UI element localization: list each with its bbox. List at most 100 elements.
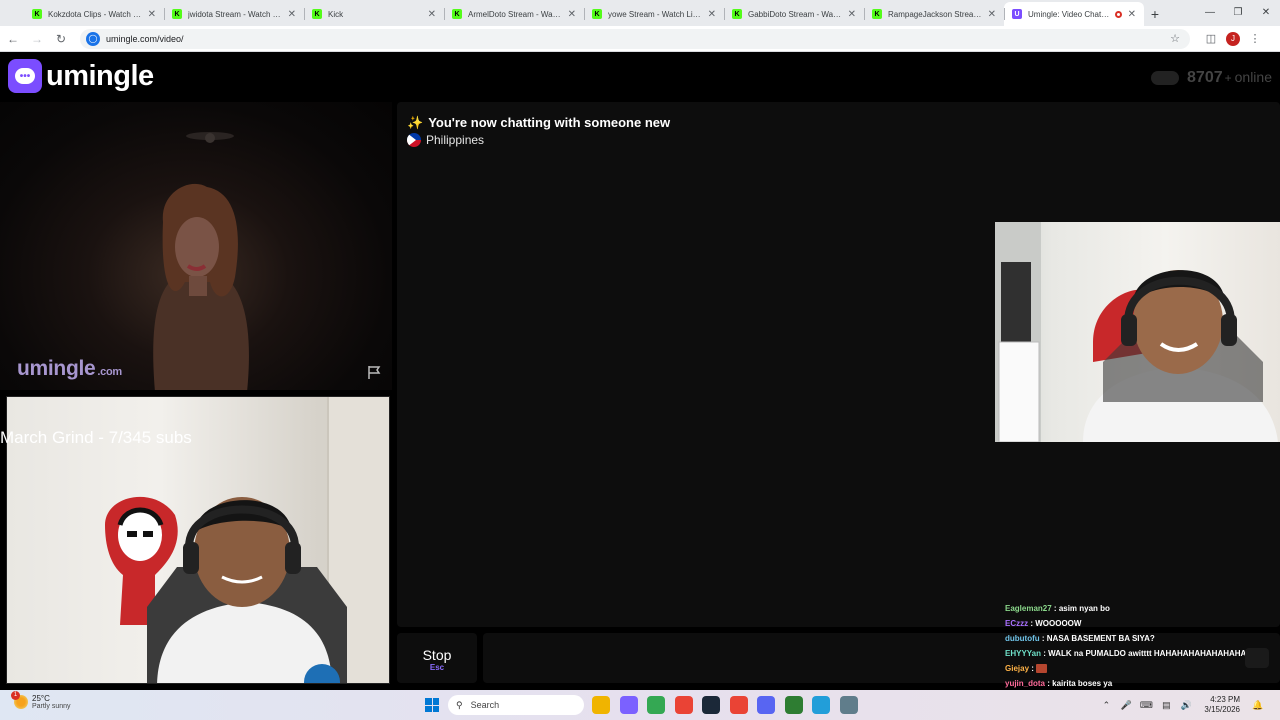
app-icon[interactable]: [784, 696, 803, 714]
back-icon[interactable]: ←: [2, 32, 24, 46]
chat-separator: :: [1029, 664, 1037, 673]
streamer-cam-person: [1083, 270, 1278, 442]
chat-message: yujin_dota : kairita boses ya: [1005, 676, 1280, 691]
recording-icon: [1114, 10, 1122, 18]
kick-favicon-icon: K: [32, 9, 42, 19]
tab-title: jwidota Stream - Watch Live: [188, 9, 282, 19]
browser-tab[interactable]: K ArmelDoto Stream - Watch L ✕: [444, 2, 584, 26]
chat-username: Giejay: [1005, 664, 1030, 673]
chat-text: asim nyan bo: [1058, 604, 1110, 613]
brand-name: umingle: [46, 59, 154, 92]
chrome-icon[interactable]: [729, 696, 748, 714]
notification-bell-icon[interactable]: 🔔: [1248, 700, 1268, 711]
philippines-flag-icon: [407, 133, 421, 147]
browser-toolbar: ← → ↻ ◯ umingle.com/video/ ☆ ◫ J ⋮: [0, 26, 1280, 52]
tab-title: Kick: [328, 9, 344, 19]
microphone-icon[interactable]: 🎤: [1116, 700, 1136, 711]
chat-message: Giejay :: [1005, 661, 1280, 676]
chat-message: Eagleman27 : asim nyan bo: [1005, 601, 1280, 616]
umingle-watermark: umingle .com: [17, 357, 122, 380]
online-toggle[interactable]: [1151, 71, 1180, 85]
menu-kebab-icon[interactable]: ⋮: [1244, 32, 1266, 45]
clock-time: 4:23 PM: [1210, 695, 1240, 704]
chrome-icon[interactable]: [674, 696, 693, 714]
close-tab-icon[interactable]: ✕: [568, 9, 576, 20]
telegram-icon[interactable]: [812, 696, 830, 714]
volume-icon[interactable]: 🔊: [1176, 700, 1196, 711]
new-tab-button[interactable]: +: [1144, 2, 1166, 26]
minimize-icon[interactable]: —: [1196, 7, 1224, 18]
steam-icon[interactable]: [702, 696, 720, 714]
close-tab-icon[interactable]: ✕: [708, 9, 716, 20]
chat-separator: :: [1039, 634, 1047, 643]
close-tab-icon[interactable]: ✕: [288, 9, 296, 20]
copilot-icon[interactable]: [619, 696, 638, 714]
window-controls: — ❐ ✕: [1196, 0, 1280, 24]
chat-text: NASA BASEMENT BA SIYA?: [1046, 634, 1155, 643]
kick-favicon-icon: K: [452, 9, 462, 19]
taskbar-search[interactable]: ⚲ Search: [448, 695, 584, 715]
forward-icon[interactable]: →: [26, 32, 48, 46]
umingle-favicon-icon: U: [1012, 9, 1022, 19]
tool-icon[interactable]: [839, 696, 858, 714]
sun-icon: 1: [11, 691, 28, 709]
kick-favicon-icon: K: [732, 9, 742, 19]
tab-title: ArmelDoto Stream - Watch L: [468, 9, 562, 19]
online-label: online: [1234, 69, 1272, 85]
close-tab-icon[interactable]: ✕: [988, 9, 996, 20]
streamer-person: [147, 497, 347, 683]
windows-taskbar: 1 25°C Partly sunny ⚲ Search ⌃ 🎤 ⌨ ▤ 🔊 4…: [0, 690, 1280, 720]
browser-tab[interactable]: K Kick ✕: [304, 2, 444, 26]
browser-tab[interactable]: K Kokzdota Clips - Watch Live ✕: [24, 2, 164, 26]
address-bar[interactable]: ◯ umingle.com/video/ ☆: [80, 28, 1190, 49]
network-icon[interactable]: ▤: [1156, 700, 1176, 711]
search-icon: ⚲: [456, 699, 463, 710]
close-tab-icon[interactable]: ✕: [428, 9, 436, 20]
close-tab-icon[interactable]: ✕: [148, 9, 156, 20]
maximize-icon[interactable]: ❐: [1224, 7, 1252, 18]
emote-icon: [1036, 664, 1048, 674]
report-flag-icon[interactable]: [366, 364, 382, 380]
reload-icon[interactable]: ↻: [50, 32, 72, 46]
keyboard-icon[interactable]: ⌨: [1136, 700, 1156, 711]
tab-title: RampageJackson Stream - W: [888, 9, 982, 19]
discord-icon[interactable]: [757, 696, 775, 714]
kick-favicon-icon: K: [312, 9, 322, 19]
notification-badge: 1: [11, 691, 20, 700]
chevron-up-icon[interactable]: ⌃: [1096, 700, 1116, 711]
windows-start-icon[interactable]: [425, 698, 439, 712]
clock[interactable]: 4:23 PM 3/15/2026: [1204, 695, 1240, 715]
profile-avatar[interactable]: J: [1226, 31, 1240, 46]
stream-chat-overlay: Eagleman27 : asim nyan bo ECzzz : WOOOOOW…: [1005, 601, 1280, 691]
browser-tab[interactable]: Kjwidota Stream - Watch Live ✕: [164, 2, 304, 26]
browser-tab[interactable]: K RampageJackson Stream - W ✕: [864, 2, 1004, 26]
weather-widget[interactable]: 1 25°C Partly sunny: [11, 691, 71, 710]
close-tab-icon[interactable]: ✕: [1128, 9, 1136, 20]
chrome-icon[interactable]: [647, 696, 665, 714]
browser-tab[interactable]: K GabbiDoto Stream - Watch L ✕: [724, 2, 864, 26]
chat-text: kairita boses ya: [1052, 679, 1113, 688]
chat-message: EHYYYan : WALK na PUMALDO awitttt HAHAHA…: [1005, 646, 1280, 661]
extensions-icon[interactable]: ◫: [1200, 32, 1222, 45]
browser-tab[interactable]: Kyowe Stream - Watch Live o ✕: [584, 2, 724, 26]
taskbar-apps: [592, 696, 867, 714]
online-count: 8707: [1187, 69, 1223, 86]
bookmark-star-icon[interactable]: ☆: [1170, 32, 1180, 45]
stranger-video: umingle .com: [0, 102, 392, 390]
chat-username: EHYYYan: [1005, 649, 1042, 658]
stop-button[interactable]: Stop Esc: [397, 633, 477, 683]
site-logo[interactable]: ••• umingle: [8, 59, 154, 93]
chat-username: Eagleman27: [1005, 604, 1052, 613]
tab-title: Kokzdota Clips - Watch Live: [48, 9, 142, 19]
search-label: Search: [470, 700, 500, 710]
send-icon[interactable]: [1245, 648, 1269, 668]
site-info-icon[interactable]: ◯: [86, 31, 100, 46]
system-tray: ⌃ 🎤 ⌨ ▤ 🔊 4:23 PM 3/15/2026 🔔: [1096, 695, 1268, 715]
close-window-icon[interactable]: ✕: [1252, 7, 1280, 18]
browser-tab[interactable]: U Umingle: Video Chat with ✕: [1004, 2, 1144, 26]
close-tab-icon[interactable]: ✕: [848, 9, 856, 20]
file-explorer-icon[interactable]: [592, 696, 610, 714]
clock-date: 3/15/2026: [1204, 705, 1240, 714]
online-counter: 8707 + online: [1151, 69, 1272, 87]
chat-username: yujin_dota: [1005, 679, 1046, 688]
